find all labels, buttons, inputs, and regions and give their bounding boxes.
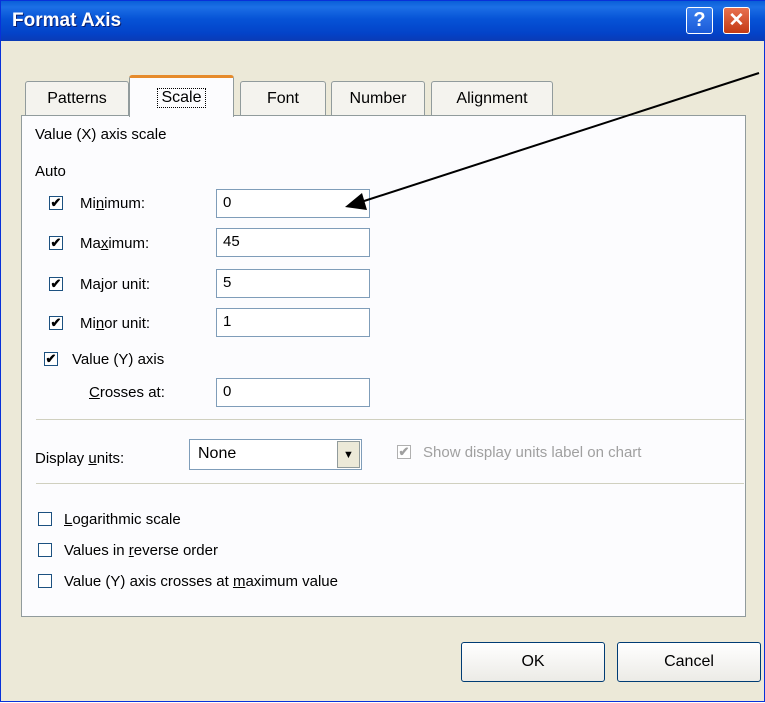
axis-scale-heading: Value (X) axis scale — [35, 126, 167, 143]
maximum-auto-checkbox[interactable]: ✔ — [49, 236, 63, 250]
minor-unit-auto-checkbox[interactable]: ✔ — [49, 316, 63, 330]
value-y-axis-checkbox[interactable]: ✔ — [44, 352, 58, 366]
tab-scale-label: Scale — [157, 87, 206, 108]
maximum-label: Maximum: — [80, 235, 150, 252]
auto-label: Auto — [35, 163, 66, 180]
chevron-down-icon[interactable]: ▼ — [337, 441, 360, 468]
logarithmic-checkbox[interactable] — [38, 512, 52, 526]
help-button[interactable]: ? — [686, 7, 713, 34]
show-display-units-label: Show display units label on chart — [423, 444, 642, 461]
reverse-order-label: Values in reverse order — [64, 542, 218, 559]
ok-button[interactable]: OK — [461, 642, 605, 682]
reverse-order-checkbox[interactable] — [38, 543, 52, 557]
major-unit-input[interactable]: 5 — [216, 269, 370, 298]
close-button[interactable]: ✕ — [723, 7, 750, 34]
tab-alignment-label: Alignment — [456, 89, 528, 107]
show-display-units-checkbox[interactable]: ✔ — [397, 445, 411, 459]
minimum-input[interactable]: 0 — [216, 189, 370, 218]
minimum-label: Minimum: — [80, 195, 146, 212]
value-y-axis-label: Value (Y) axis — [72, 351, 165, 368]
tab-scale[interactable]: Scale — [129, 75, 234, 117]
dialog-title: Format Axis — [12, 10, 122, 31]
minimum-auto-checkbox[interactable]: ✔ — [49, 196, 63, 210]
crosses-at-input[interactable]: 0 — [216, 378, 370, 407]
logarithmic-label: Logarithmic scale — [64, 511, 181, 528]
major-unit-auto-checkbox[interactable]: ✔ — [49, 277, 63, 291]
minor-unit-input[interactable]: 1 — [216, 308, 370, 337]
crosses-at-max-checkbox[interactable] — [38, 574, 52, 588]
tab-number[interactable]: Number — [331, 81, 425, 115]
tab-patterns[interactable]: Patterns — [25, 81, 129, 115]
major-unit-label: Major unit: — [80, 276, 151, 293]
display-units-label: Display units: — [35, 450, 125, 467]
separator-1 — [36, 419, 744, 420]
tab-number-label: Number — [349, 89, 407, 107]
minor-unit-label: Minor unit: — [80, 315, 151, 332]
display-units-select[interactable]: None ▼ — [189, 439, 362, 470]
title-bar[interactable]: Format Axis ? ✕ — [1, 1, 765, 41]
separator-2 — [36, 483, 744, 484]
tab-font[interactable]: Font — [240, 81, 326, 115]
crosses-at-label: Crosses at: — [89, 384, 165, 401]
display-units-value: None — [198, 445, 237, 462]
cancel-button[interactable]: Cancel — [617, 642, 761, 682]
maximum-input[interactable]: 45 — [216, 228, 370, 257]
tab-font-label: Font — [266, 89, 299, 107]
crosses-at-max-label: Value (Y) axis crosses at maximum value — [64, 573, 338, 590]
tab-patterns-label: Patterns — [47, 89, 107, 107]
tab-alignment[interactable]: Alignment — [431, 81, 553, 115]
format-axis-dialog: Format Axis ? ✕ Patterns Scale Font Numb… — [0, 0, 765, 702]
